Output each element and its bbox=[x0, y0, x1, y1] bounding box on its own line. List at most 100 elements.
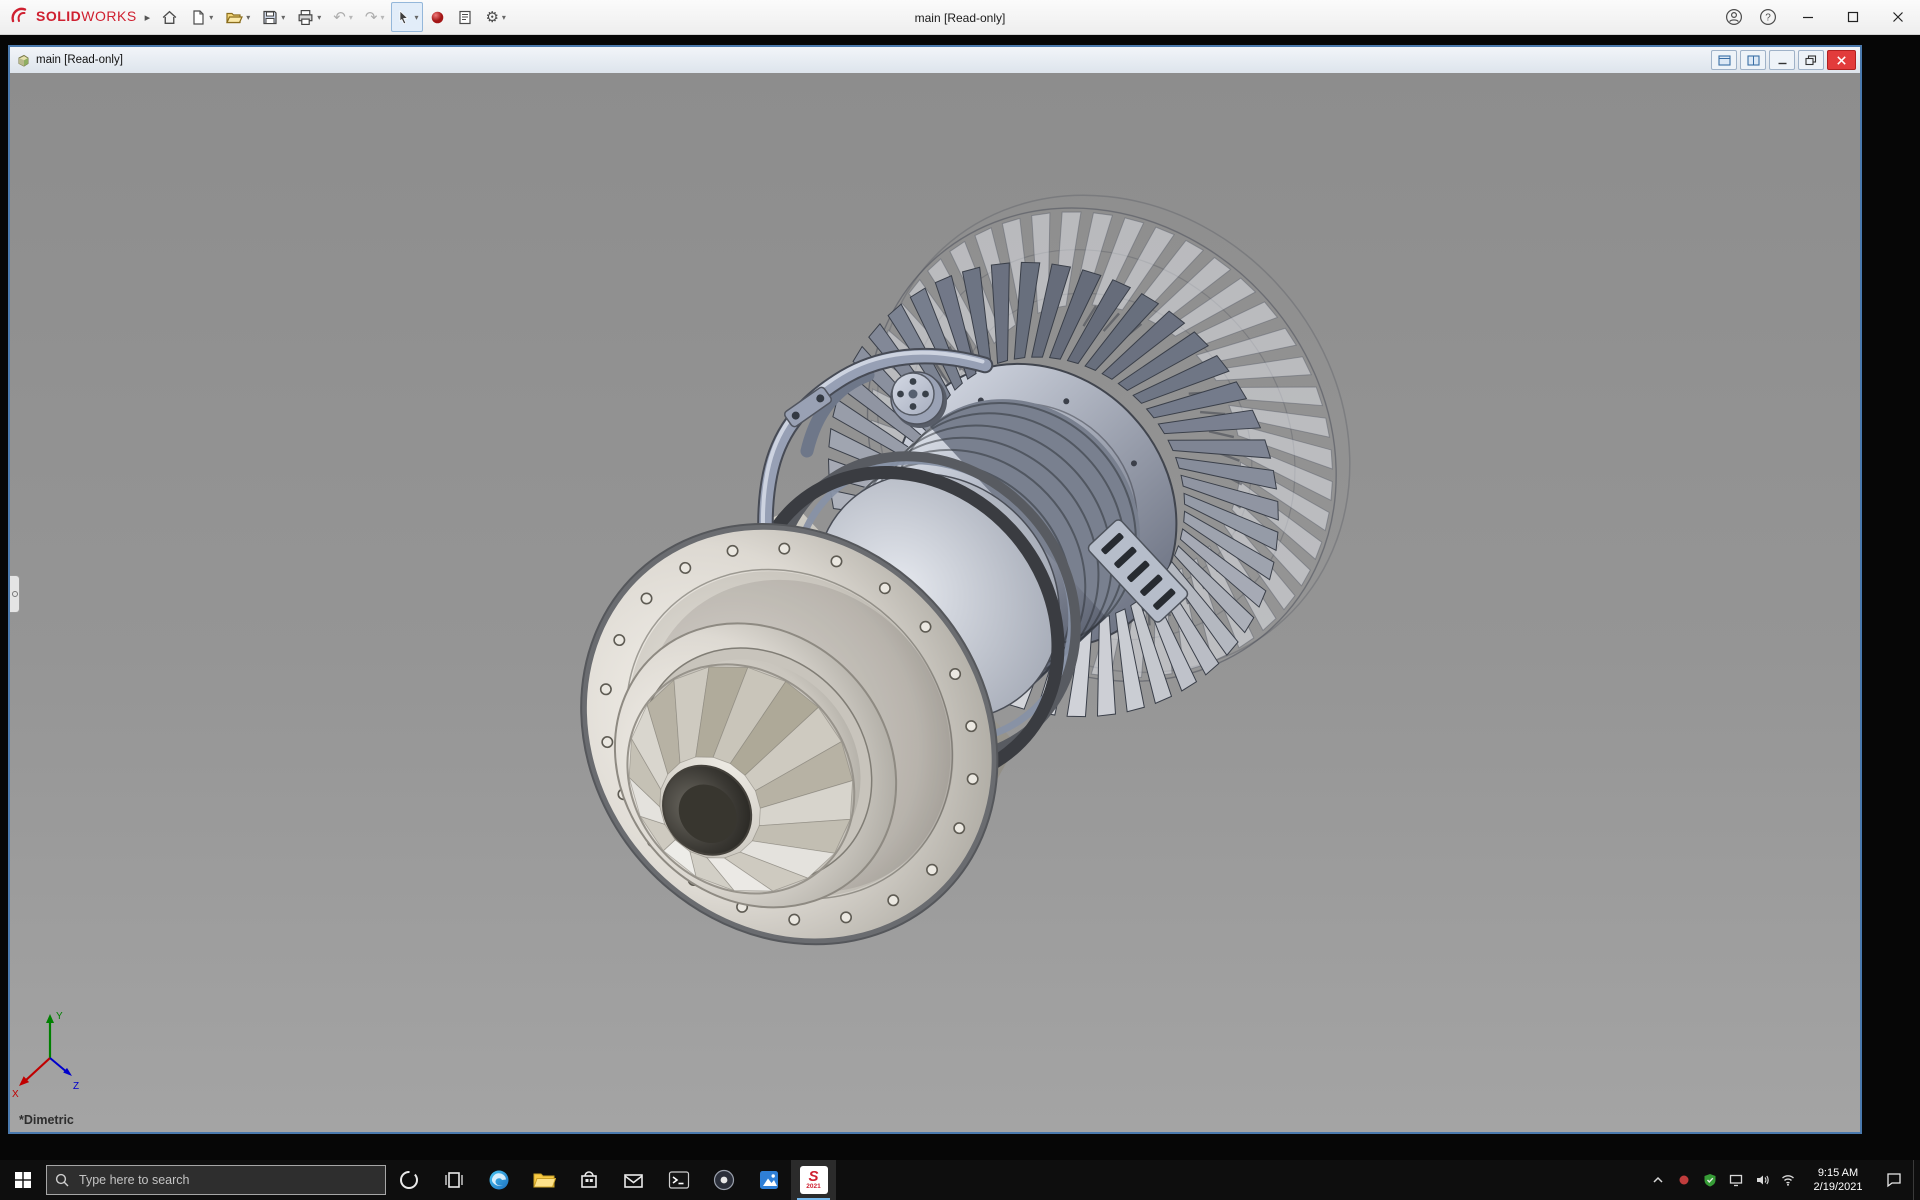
dropdown-caret-icon[interactable]: ▾ bbox=[502, 13, 506, 22]
photos-button[interactable] bbox=[746, 1160, 791, 1200]
store-button[interactable] bbox=[566, 1160, 611, 1200]
window-split-icon bbox=[1747, 55, 1760, 66]
solidworks-logo[interactable]: SOLIDWORKS bbox=[0, 6, 143, 28]
action-center-icon bbox=[1886, 1172, 1902, 1188]
solidworks-swirl-icon bbox=[10, 6, 32, 28]
brand-works: WORKS bbox=[81, 8, 136, 24]
view-orientation-label: *Dimetric bbox=[19, 1113, 74, 1127]
network-button[interactable] bbox=[1775, 1160, 1801, 1200]
triad-y-label: Y bbox=[56, 1011, 63, 1022]
doc-close-button[interactable] bbox=[1827, 50, 1856, 70]
action-center-button[interactable] bbox=[1875, 1160, 1913, 1200]
document-titlebar[interactable]: main [Read-only] bbox=[10, 47, 1860, 73]
cortana-icon bbox=[398, 1169, 420, 1191]
dropdown-caret-icon: ▾ bbox=[380, 13, 384, 22]
triad-x-label: X bbox=[12, 1089, 19, 1100]
doc-pane-button-2[interactable] bbox=[1740, 50, 1766, 70]
collapsed-pane-tab[interactable] bbox=[10, 575, 20, 613]
restore-icon bbox=[1805, 55, 1817, 66]
show-desktop-button[interactable] bbox=[1913, 1160, 1920, 1200]
graphics-viewport[interactable]: Y X Z *Dimetric bbox=[10, 73, 1860, 1132]
doc-minimize-button[interactable] bbox=[1769, 50, 1795, 70]
minimize-button[interactable] bbox=[1785, 0, 1830, 34]
brand-solid: SOLID bbox=[36, 8, 81, 24]
edge-button[interactable] bbox=[476, 1160, 521, 1200]
part-document-icon bbox=[16, 53, 31, 68]
home-button[interactable] bbox=[156, 2, 183, 32]
new-document-button[interactable]: ▾ bbox=[185, 2, 218, 32]
help-icon: ? bbox=[1759, 8, 1777, 26]
3dexperience-sphere-icon bbox=[430, 10, 445, 25]
solidworks-taskbar-button[interactable]: S2021 bbox=[791, 1160, 836, 1200]
fitting-bolt bbox=[922, 391, 929, 398]
minimize-icon bbox=[1777, 55, 1788, 66]
store-icon bbox=[578, 1169, 600, 1191]
task-view-button[interactable] bbox=[431, 1160, 476, 1200]
fitting-bolt bbox=[897, 391, 904, 398]
cortana-button[interactable] bbox=[386, 1160, 431, 1200]
search-icon bbox=[55, 1173, 69, 1187]
select-tool-button[interactable]: ▾ bbox=[391, 2, 423, 32]
document-title: main [Read-only] bbox=[36, 54, 123, 66]
hidden-icons-button[interactable] bbox=[1645, 1160, 1671, 1200]
file-explorer-button[interactable] bbox=[521, 1160, 566, 1200]
taskbar-clock[interactable]: 9:15 AM 2/19/2021 bbox=[1801, 1166, 1875, 1195]
engine-model-canvas[interactable]: Y X Z bbox=[10, 73, 1860, 1132]
print-button[interactable]: ▾ bbox=[292, 2, 326, 32]
mdi-background: main [Read-only] bbox=[0, 35, 1920, 1160]
screen: SOLIDWORKS ▸ ▾ ▾ bbox=[0, 0, 1920, 1200]
dropdown-caret-icon[interactable]: ▾ bbox=[317, 13, 321, 22]
dropdown-caret-icon[interactable]: ▾ bbox=[209, 13, 213, 22]
taskbar-search[interactable] bbox=[46, 1165, 386, 1195]
file-properties-button[interactable] bbox=[452, 2, 478, 32]
fitting-bolt bbox=[910, 378, 917, 385]
select-cursor-icon bbox=[396, 9, 411, 26]
system-tray: 9:15 AM 2/19/2021 bbox=[1645, 1160, 1920, 1200]
brand-expand-icon[interactable]: ▸ bbox=[145, 11, 151, 24]
fitting-center bbox=[909, 390, 918, 399]
help-button[interactable]: ? bbox=[1751, 0, 1785, 34]
redo-button[interactable]: ↷ ▾ bbox=[360, 2, 390, 32]
status-dot-icon bbox=[1678, 1174, 1690, 1186]
clock-date: 2/19/2021 bbox=[1801, 1180, 1875, 1194]
doc-pane-button-1[interactable] bbox=[1711, 50, 1737, 70]
dropdown-caret-icon[interactable]: ▾ bbox=[281, 13, 285, 22]
edge-icon bbox=[487, 1168, 511, 1192]
terminal-button[interactable] bbox=[656, 1160, 701, 1200]
fitting-bolt bbox=[910, 403, 917, 410]
open-button[interactable]: ▾ bbox=[220, 2, 255, 32]
3dexperience-button[interactable] bbox=[425, 2, 450, 32]
windows-logo-icon bbox=[15, 1172, 31, 1188]
quick-toolbar: ▾ ▾ ▾ ▾ bbox=[156, 2, 511, 32]
dropdown-caret-icon[interactable]: ▾ bbox=[414, 13, 418, 22]
maximize-button[interactable] bbox=[1830, 0, 1875, 34]
mail-button[interactable] bbox=[611, 1160, 656, 1200]
taskbar: S2021 bbox=[0, 1160, 1920, 1200]
search-input[interactable] bbox=[77, 1172, 385, 1188]
security-button[interactable] bbox=[1697, 1160, 1723, 1200]
maximize-icon bbox=[1847, 11, 1859, 23]
status-dot-button[interactable] bbox=[1671, 1160, 1697, 1200]
redo-icon: ↷ bbox=[365, 10, 378, 25]
print-icon bbox=[297, 9, 314, 26]
undo-button[interactable]: ↶ ▾ bbox=[328, 2, 358, 32]
minimize-icon bbox=[1802, 11, 1814, 23]
window-pane-icon bbox=[1718, 55, 1731, 66]
save-button[interactable]: ▾ bbox=[257, 2, 290, 32]
media-app-button[interactable] bbox=[701, 1160, 746, 1200]
account-button[interactable] bbox=[1717, 0, 1751, 34]
taskbar-apps: S2021 bbox=[386, 1160, 836, 1200]
close-button[interactable] bbox=[1875, 0, 1920, 34]
volume-button[interactable] bbox=[1749, 1160, 1775, 1200]
dropdown-caret-icon[interactable]: ▾ bbox=[246, 13, 250, 22]
new-document-icon bbox=[190, 9, 206, 26]
orientation-triad: Y X Z bbox=[12, 1011, 79, 1100]
display-button[interactable] bbox=[1723, 1160, 1749, 1200]
titlebar-right-controls: ? bbox=[1717, 0, 1920, 34]
start-button[interactable] bbox=[0, 1160, 46, 1200]
task-view-icon bbox=[443, 1169, 465, 1191]
chevron-up-icon bbox=[1652, 1174, 1664, 1186]
options-button[interactable]: ⚙ ▾ bbox=[480, 2, 510, 32]
doc-restore-button[interactable] bbox=[1798, 50, 1824, 70]
close-icon bbox=[1836, 55, 1847, 66]
